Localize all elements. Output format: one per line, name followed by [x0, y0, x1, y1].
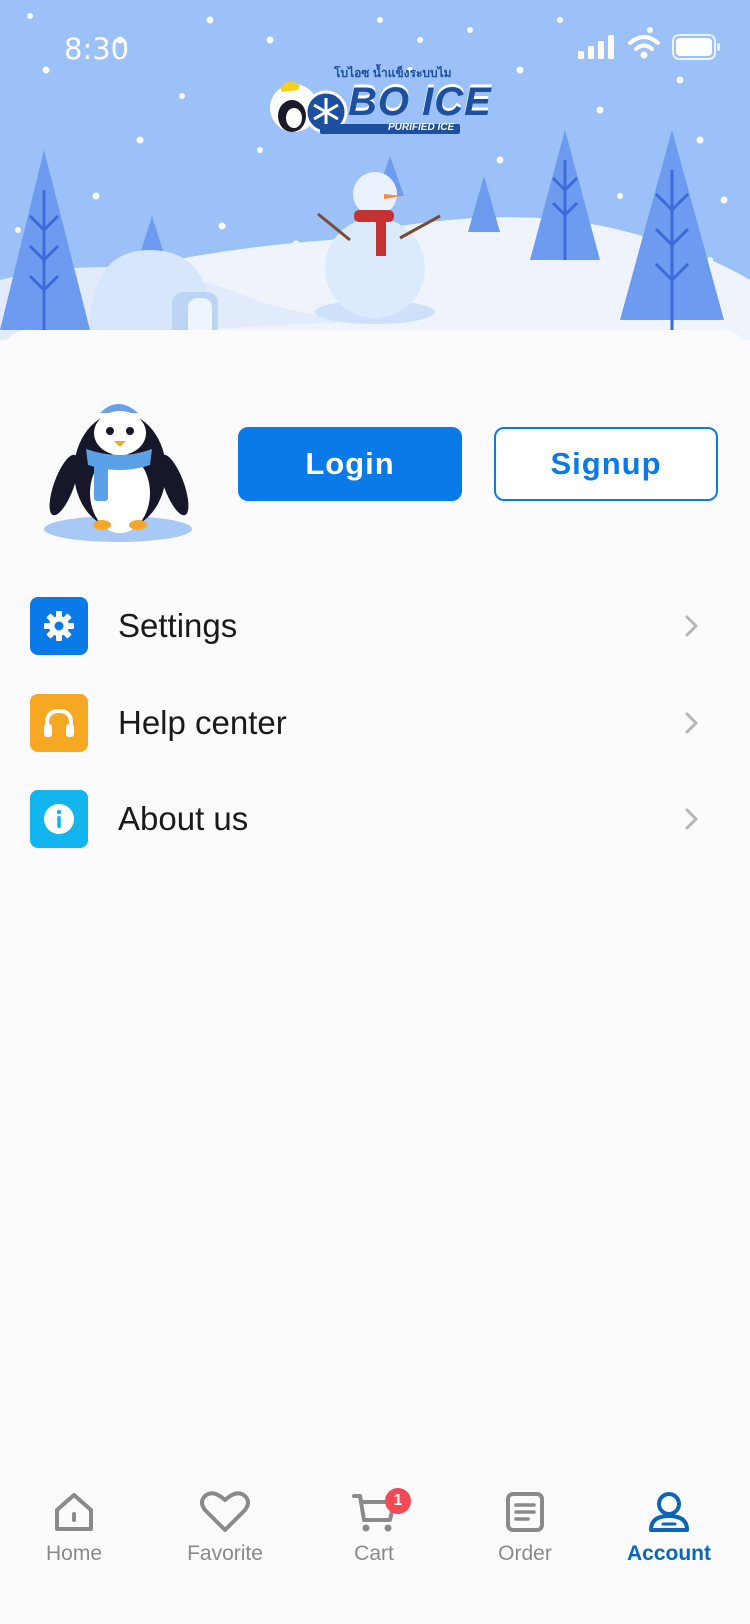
signup-button[interactable]: Signup: [494, 427, 718, 501]
heart-icon: [200, 1491, 250, 1532]
battery-icon: [672, 34, 720, 60]
user-icon: [649, 1492, 689, 1532]
tab-favorite[interactable]: Favorite: [170, 1490, 280, 1590]
home-icon: [55, 1493, 93, 1531]
menu-item-settings[interactable]: Settings: [0, 586, 750, 666]
cart-badge: 1: [385, 1488, 411, 1514]
logo-tagline: PURIFIED ICE: [388, 122, 455, 133]
account-sheet: Login Signup Settings Help center About …: [0, 330, 750, 1624]
tab-account[interactable]: Account: [614, 1490, 724, 1590]
headphones-icon: [30, 694, 88, 752]
tab-order[interactable]: Order: [470, 1490, 580, 1590]
tab-label: Cart: [354, 1542, 394, 1565]
menu-item-about-us[interactable]: About us: [0, 779, 750, 859]
logo-brand-name: BO ICE: [348, 80, 492, 124]
status-bar: 8:30: [0, 28, 750, 68]
menu-item-help-center[interactable]: Help center: [0, 683, 750, 763]
menu-item-label: About us: [118, 800, 249, 837]
status-time: 8:30: [64, 32, 130, 66]
penguin-avatar: [40, 385, 196, 545]
order-list-icon: [506, 1492, 544, 1532]
info-icon: [30, 790, 88, 848]
wifi-icon: [628, 35, 660, 59]
signal-icon: [578, 35, 614, 59]
bottom-tab-bar: Home Favorite 1 Cart Order Account: [0, 1460, 750, 1624]
gear-icon: [30, 597, 88, 655]
chevron-right-icon: [685, 615, 698, 637]
tab-label: Account: [627, 1542, 711, 1565]
tab-home[interactable]: Home: [19, 1490, 129, 1590]
login-button[interactable]: Login: [238, 427, 462, 501]
menu-item-label: Help center: [118, 704, 287, 741]
header-banner: 8:30 โบไอซ น้ำแข็งระบบไม BO ICE PURIFIED…: [0, 0, 750, 340]
tab-label: Favorite: [187, 1542, 263, 1565]
tab-label: Order: [498, 1542, 552, 1565]
tab-cart[interactable]: 1 Cart: [319, 1488, 429, 1590]
bo-ice-logo: โบไอซ น้ำแข็งระบบไม BO ICE PURIFIED ICE: [264, 64, 491, 144]
chevron-right-icon: [685, 808, 698, 830]
tab-label: Home: [45, 1542, 103, 1565]
menu-item-label: Settings: [118, 607, 238, 644]
chevron-right-icon: [685, 712, 698, 734]
